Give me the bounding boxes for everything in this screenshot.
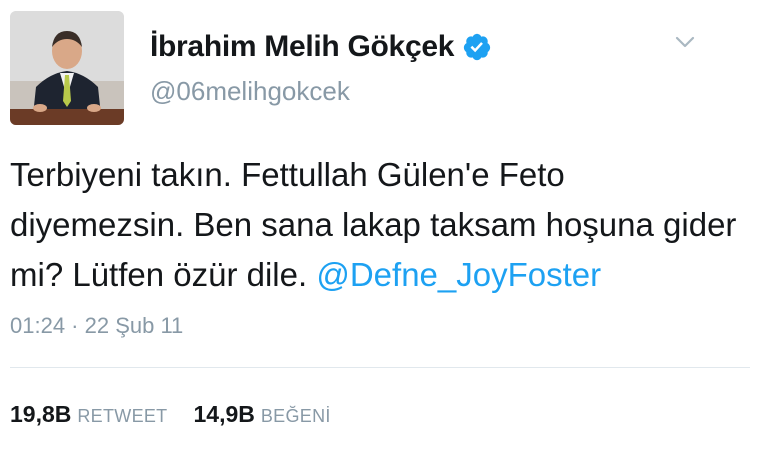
author-handle[interactable]: @06melihgokcek [150,76,350,107]
retweet-label: RETWEET [77,406,168,426]
tweet-timestamp[interactable]: 01:24 · 22 Şub 11 [10,313,183,339]
tweet-text: Terbiyeni takın. Fettullah Gülen'e Feto … [10,150,745,300]
retweet-stat[interactable]: 19,8B RETWEET [10,401,167,428]
divider [10,367,750,368]
author-display-name[interactable]: İbrahim Melih Gökçek [150,30,454,64]
chevron-down-icon[interactable] [670,30,700,54]
retweet-count: 19,8B [10,401,72,427]
tweet-card: İbrahim Melih Gökçek @06melihgokcek Terb… [0,0,760,452]
like-count: 14,9B [193,401,255,427]
like-label: BEĞENİ [260,406,331,426]
like-stat[interactable]: 14,9B BEĞENİ [193,401,330,428]
verified-badge-icon [463,33,491,61]
avatar[interactable] [10,11,124,125]
tweet-stats: 19,8B RETWEET 14,9B BEĞENİ [10,401,331,428]
mention-link[interactable]: @Defne_JoyFoster [316,256,601,293]
author-name-row[interactable]: İbrahim Melih Gökçek [150,30,492,64]
